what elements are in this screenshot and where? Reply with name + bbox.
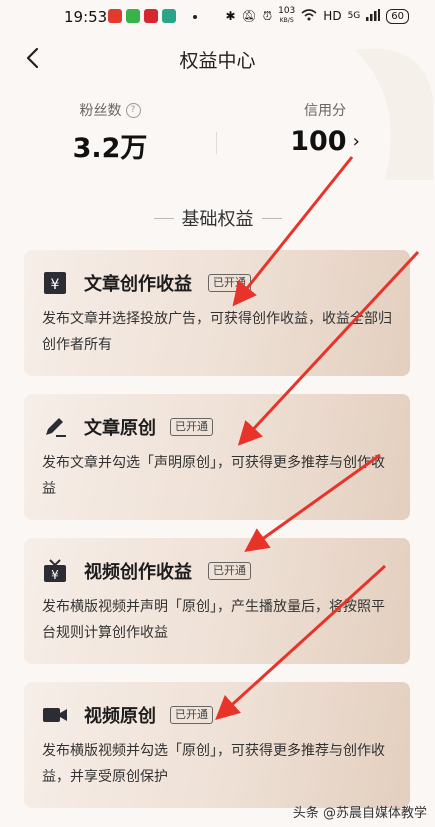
benefit-card-video-original[interactable]: 视频原创 已开通 发布横版视频并勾选「原创」，可获得更多推荐与创作收益，并享受原… — [24, 682, 410, 808]
status-badge: 已开通 — [170, 418, 213, 436]
credit-stat[interactable]: 信用分 100 › — [260, 100, 390, 157]
card-title: 视频创作收益 — [84, 562, 192, 583]
pen-icon — [46, 418, 66, 437]
battery-icon: 60 — [386, 8, 409, 24]
status-badge: 已开通 — [208, 562, 251, 580]
watermark: 头条 @苏晨自媒体教学 — [292, 806, 427, 821]
toutiao-app-icon — [108, 9, 122, 23]
status-indicators: ✱ 🔕︎ ⏰︎ 103 KB/S HD 5G 60 — [225, 7, 409, 25]
bluetooth-icon: ✱ — [225, 9, 236, 23]
benefit-card-video-income[interactable]: ¥ 视频创作收益 已开通 发布横版视频并声明「原创」，产生播放量后，将按照平台规… — [24, 538, 410, 664]
heading-dash-left — [153, 218, 174, 219]
fans-value: 3.2万 — [72, 133, 148, 164]
page-title: 权益中心 — [179, 50, 256, 72]
network-type: HD — [323, 9, 342, 23]
tv-yen-icon: ¥ — [44, 559, 66, 582]
status-badge: 已开通 — [170, 706, 213, 724]
wifi-icon — [301, 8, 317, 24]
card-title: 视频原创 — [84, 706, 156, 727]
section-heading: 基础权益 — [0, 205, 435, 231]
status-app-icons — [108, 9, 176, 23]
fans-stat: 粉丝数 ? 3.2万 — [45, 100, 175, 165]
status-bar: 19:53 ✱ 🔕︎ ⏰︎ 103 KB/S HD 5G 60 — [0, 0, 435, 34]
section-title: 基础权益 — [181, 209, 254, 230]
stats-panel: 粉丝数 ? 3.2万 信用分 100 › — [0, 100, 435, 170]
signal-type: 5G — [347, 11, 361, 21]
help-icon[interactable]: ? — [125, 102, 141, 118]
stats-divider — [216, 132, 217, 154]
svg-text:¥: ¥ — [51, 568, 59, 582]
status-badge: 已开通 — [208, 274, 251, 292]
card-description: 发布横版视频并声明「原创」，产生播放量后，将按照平台规则计算创作收益 — [42, 599, 385, 641]
card-description: 发布文章并勾选「声明原创」，可获得更多推荐与创作收益 — [42, 455, 385, 497]
video-camera-icon — [43, 708, 67, 722]
notification-dot-icon — [193, 15, 197, 19]
teal-app-icon — [162, 9, 176, 23]
network-speed-value: 103 — [278, 6, 296, 16]
benefit-card-article-original[interactable]: 文章原创 已开通 发布文章并勾选「声明原创」，可获得更多推荐与创作收益 — [24, 394, 410, 520]
card-title: 文章原创 — [84, 418, 156, 439]
card-title: 文章创作收益 — [84, 274, 192, 295]
credit-value: 100 — [290, 126, 347, 157]
mute-icon: 🔕︎ — [241, 9, 257, 23]
heading-dash-right — [261, 218, 282, 219]
green-app-icon — [126, 9, 140, 23]
signal-icon — [366, 8, 381, 24]
chevron-right-icon: › — [352, 131, 360, 152]
network-speed: 103 KB/S — [278, 7, 295, 25]
card-description: 发布横版视频并勾选「原创」，可获得更多推荐与创作收益，并享受原创保护 — [42, 743, 385, 785]
nav-bar: 权益中心 — [0, 36, 435, 80]
red-app-icon — [144, 9, 158, 23]
benefit-card-article-income[interactable]: ¥ 文章创作收益 已开通 发布文章并选择投放广告，可获得创作收益，收益全部归创作… — [24, 250, 410, 376]
card-description: 发布文章并选择投放广告，可获得创作收益，收益全部归创作者所有 — [42, 311, 392, 353]
status-time: 19:53 — [64, 8, 108, 26]
fans-label-row: 粉丝数 ? — [45, 100, 175, 120]
network-speed-unit: KB/S — [279, 17, 294, 24]
yen-document-icon: ¥ — [44, 272, 66, 294]
credit-value-row: 100 › — [260, 126, 390, 157]
svg-text:¥: ¥ — [51, 277, 60, 293]
credit-label: 信用分 — [304, 103, 346, 119]
alarm-icon: ⏰︎ — [262, 8, 273, 23]
fans-label: 粉丝数 — [79, 103, 122, 119]
